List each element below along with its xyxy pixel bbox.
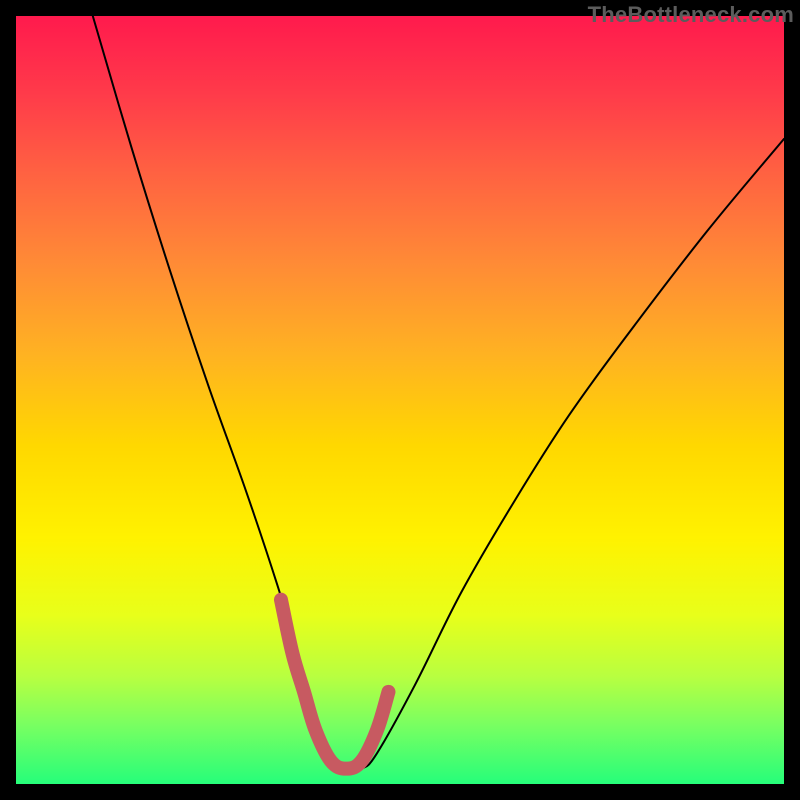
plot-area: [16, 16, 784, 784]
sweet-spot-highlight: [281, 600, 389, 769]
watermark-text: TheBottleneck.com: [588, 2, 794, 28]
chart-frame: TheBottleneck.com: [0, 0, 800, 800]
bottleneck-curve: [93, 16, 784, 771]
curve-layer: [16, 16, 784, 784]
